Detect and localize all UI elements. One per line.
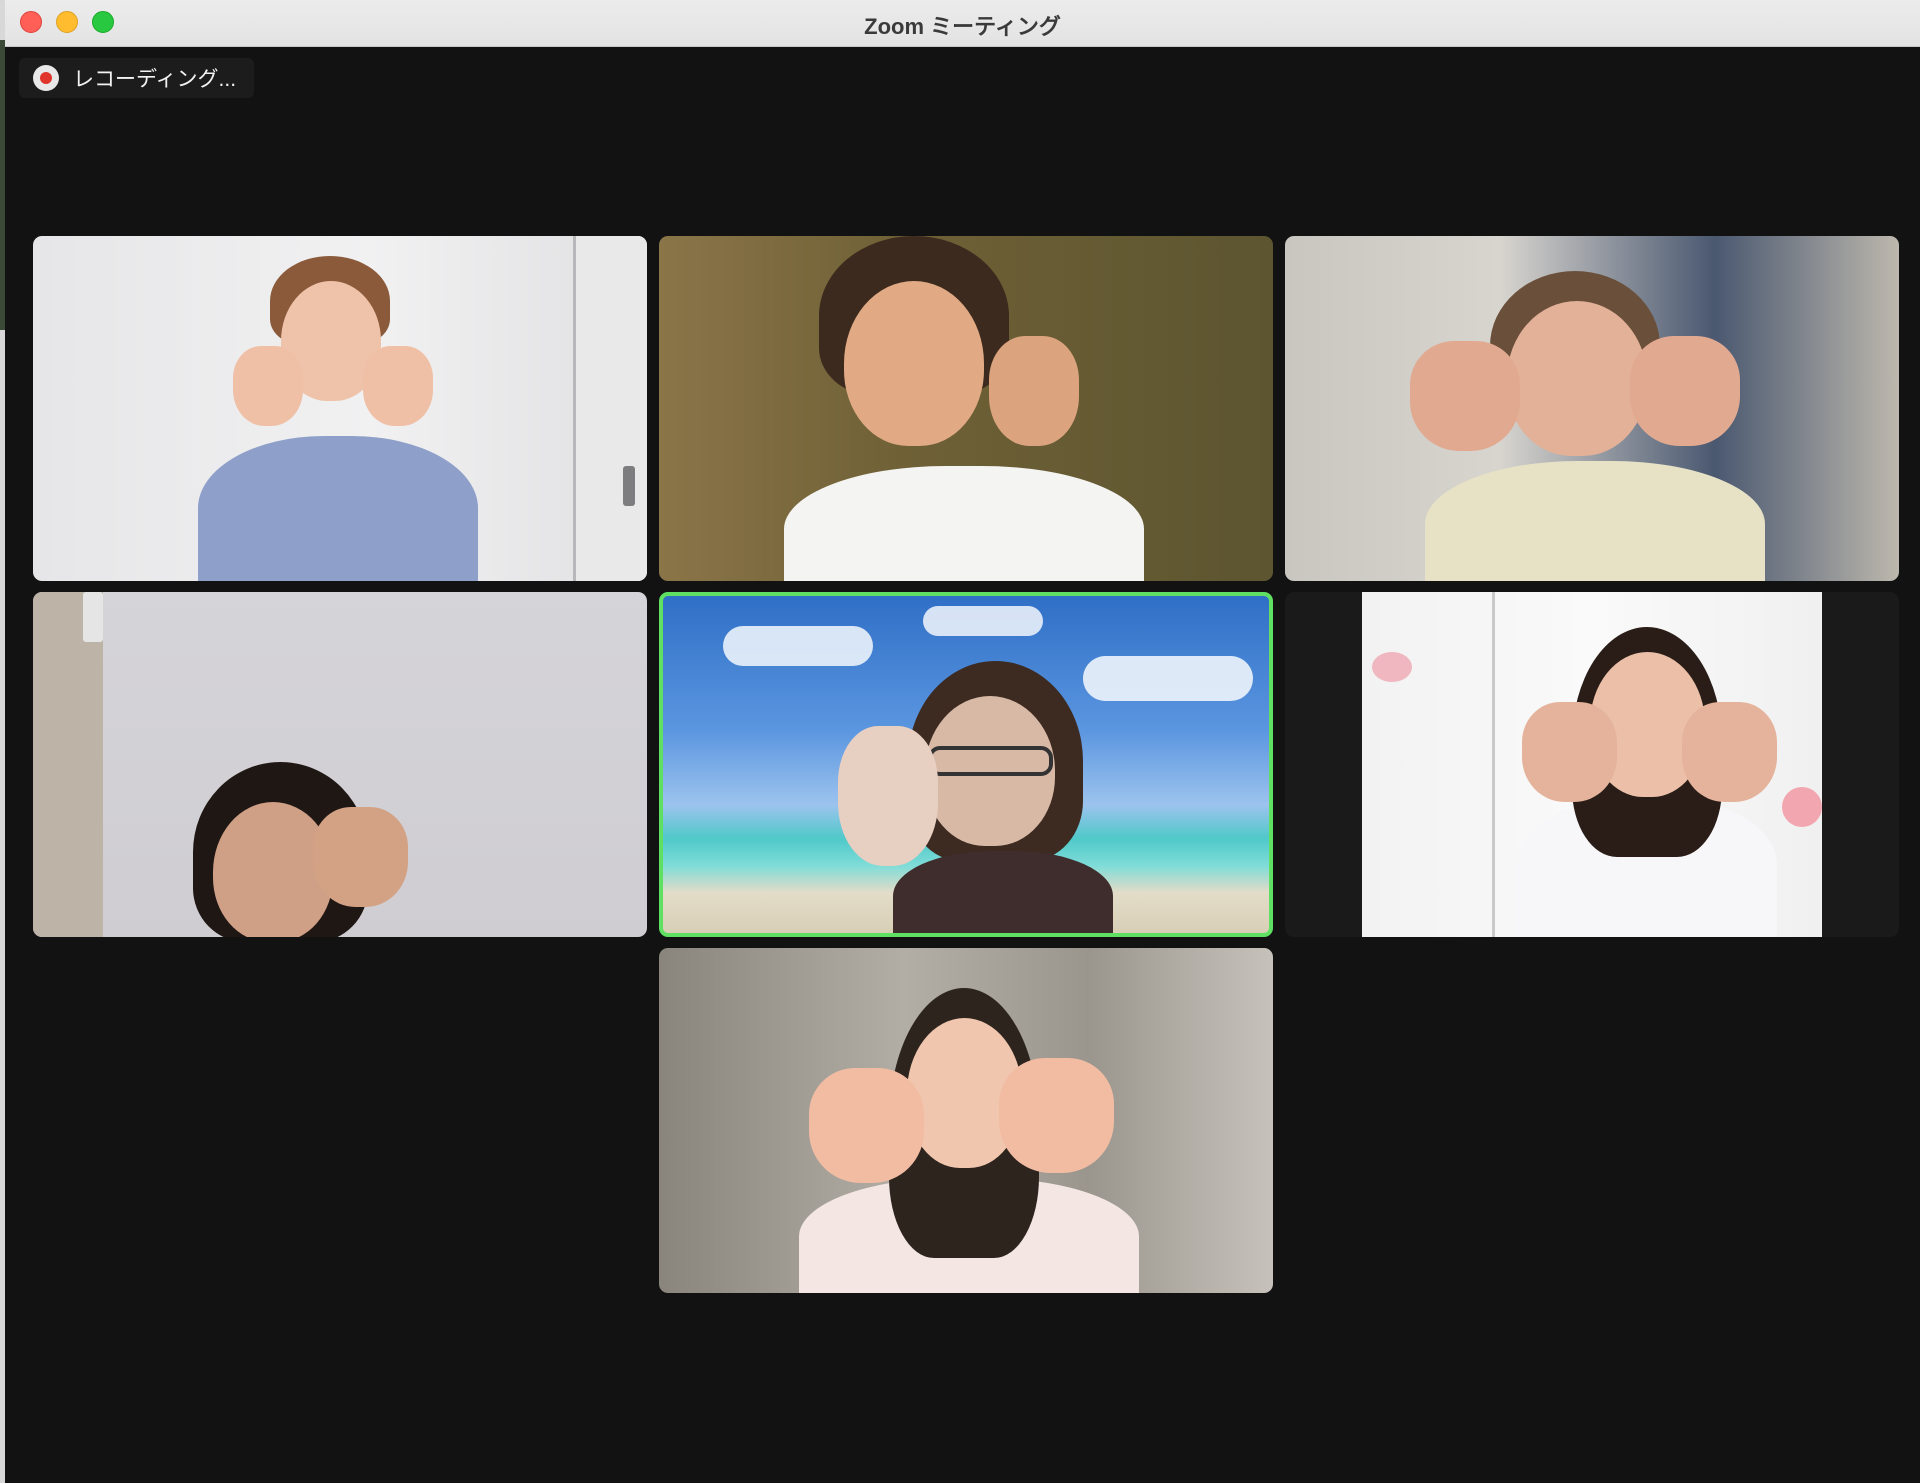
hand-right xyxy=(999,1058,1114,1173)
hand-right xyxy=(363,346,433,426)
participant-video-4[interactable] xyxy=(33,592,647,937)
person-body xyxy=(784,466,1144,581)
participant-video-3[interactable] xyxy=(1285,236,1899,581)
participant-video-1[interactable] xyxy=(33,236,647,581)
hand xyxy=(838,726,938,866)
hand-right xyxy=(1630,336,1740,446)
participant-video-6[interactable] xyxy=(1285,592,1899,937)
glasses xyxy=(928,746,1053,776)
video-frame xyxy=(1362,592,1822,937)
hand-left xyxy=(1410,341,1520,451)
recording-icon xyxy=(33,65,59,91)
hand xyxy=(313,807,408,907)
cloud xyxy=(723,626,873,666)
participant-video-5-active-speaker[interactable] xyxy=(659,592,1273,937)
recording-indicator[interactable]: レコーディング... xyxy=(19,58,255,98)
cloud xyxy=(923,606,1043,636)
cloud xyxy=(1083,656,1253,701)
window-title: Zoom ミーティング xyxy=(864,14,1061,39)
wall-switch xyxy=(83,592,103,642)
title-bar[interactable]: Zoom ミーティング xyxy=(5,0,1920,47)
person-body xyxy=(198,436,478,581)
hand-left xyxy=(1522,702,1617,802)
zoom-window: Zoom ミーティング レコーディング... xyxy=(5,0,1920,1483)
door-handle xyxy=(623,466,635,506)
hand-right xyxy=(1682,702,1777,802)
flower xyxy=(1782,787,1822,827)
participant-video-2[interactable] xyxy=(659,236,1273,581)
wall-edge xyxy=(33,592,103,937)
person-face xyxy=(844,281,984,446)
hand xyxy=(989,336,1079,446)
wall-line xyxy=(1492,592,1495,937)
flower xyxy=(1372,652,1412,682)
person-body xyxy=(1425,461,1765,581)
hand-left xyxy=(809,1068,924,1183)
participant-video-7[interactable] xyxy=(659,948,1273,1293)
person-body xyxy=(893,851,1113,933)
recording-label: レコーディング... xyxy=(73,68,237,91)
hand-left xyxy=(233,346,303,426)
door xyxy=(573,236,647,581)
person-face xyxy=(1507,301,1647,456)
